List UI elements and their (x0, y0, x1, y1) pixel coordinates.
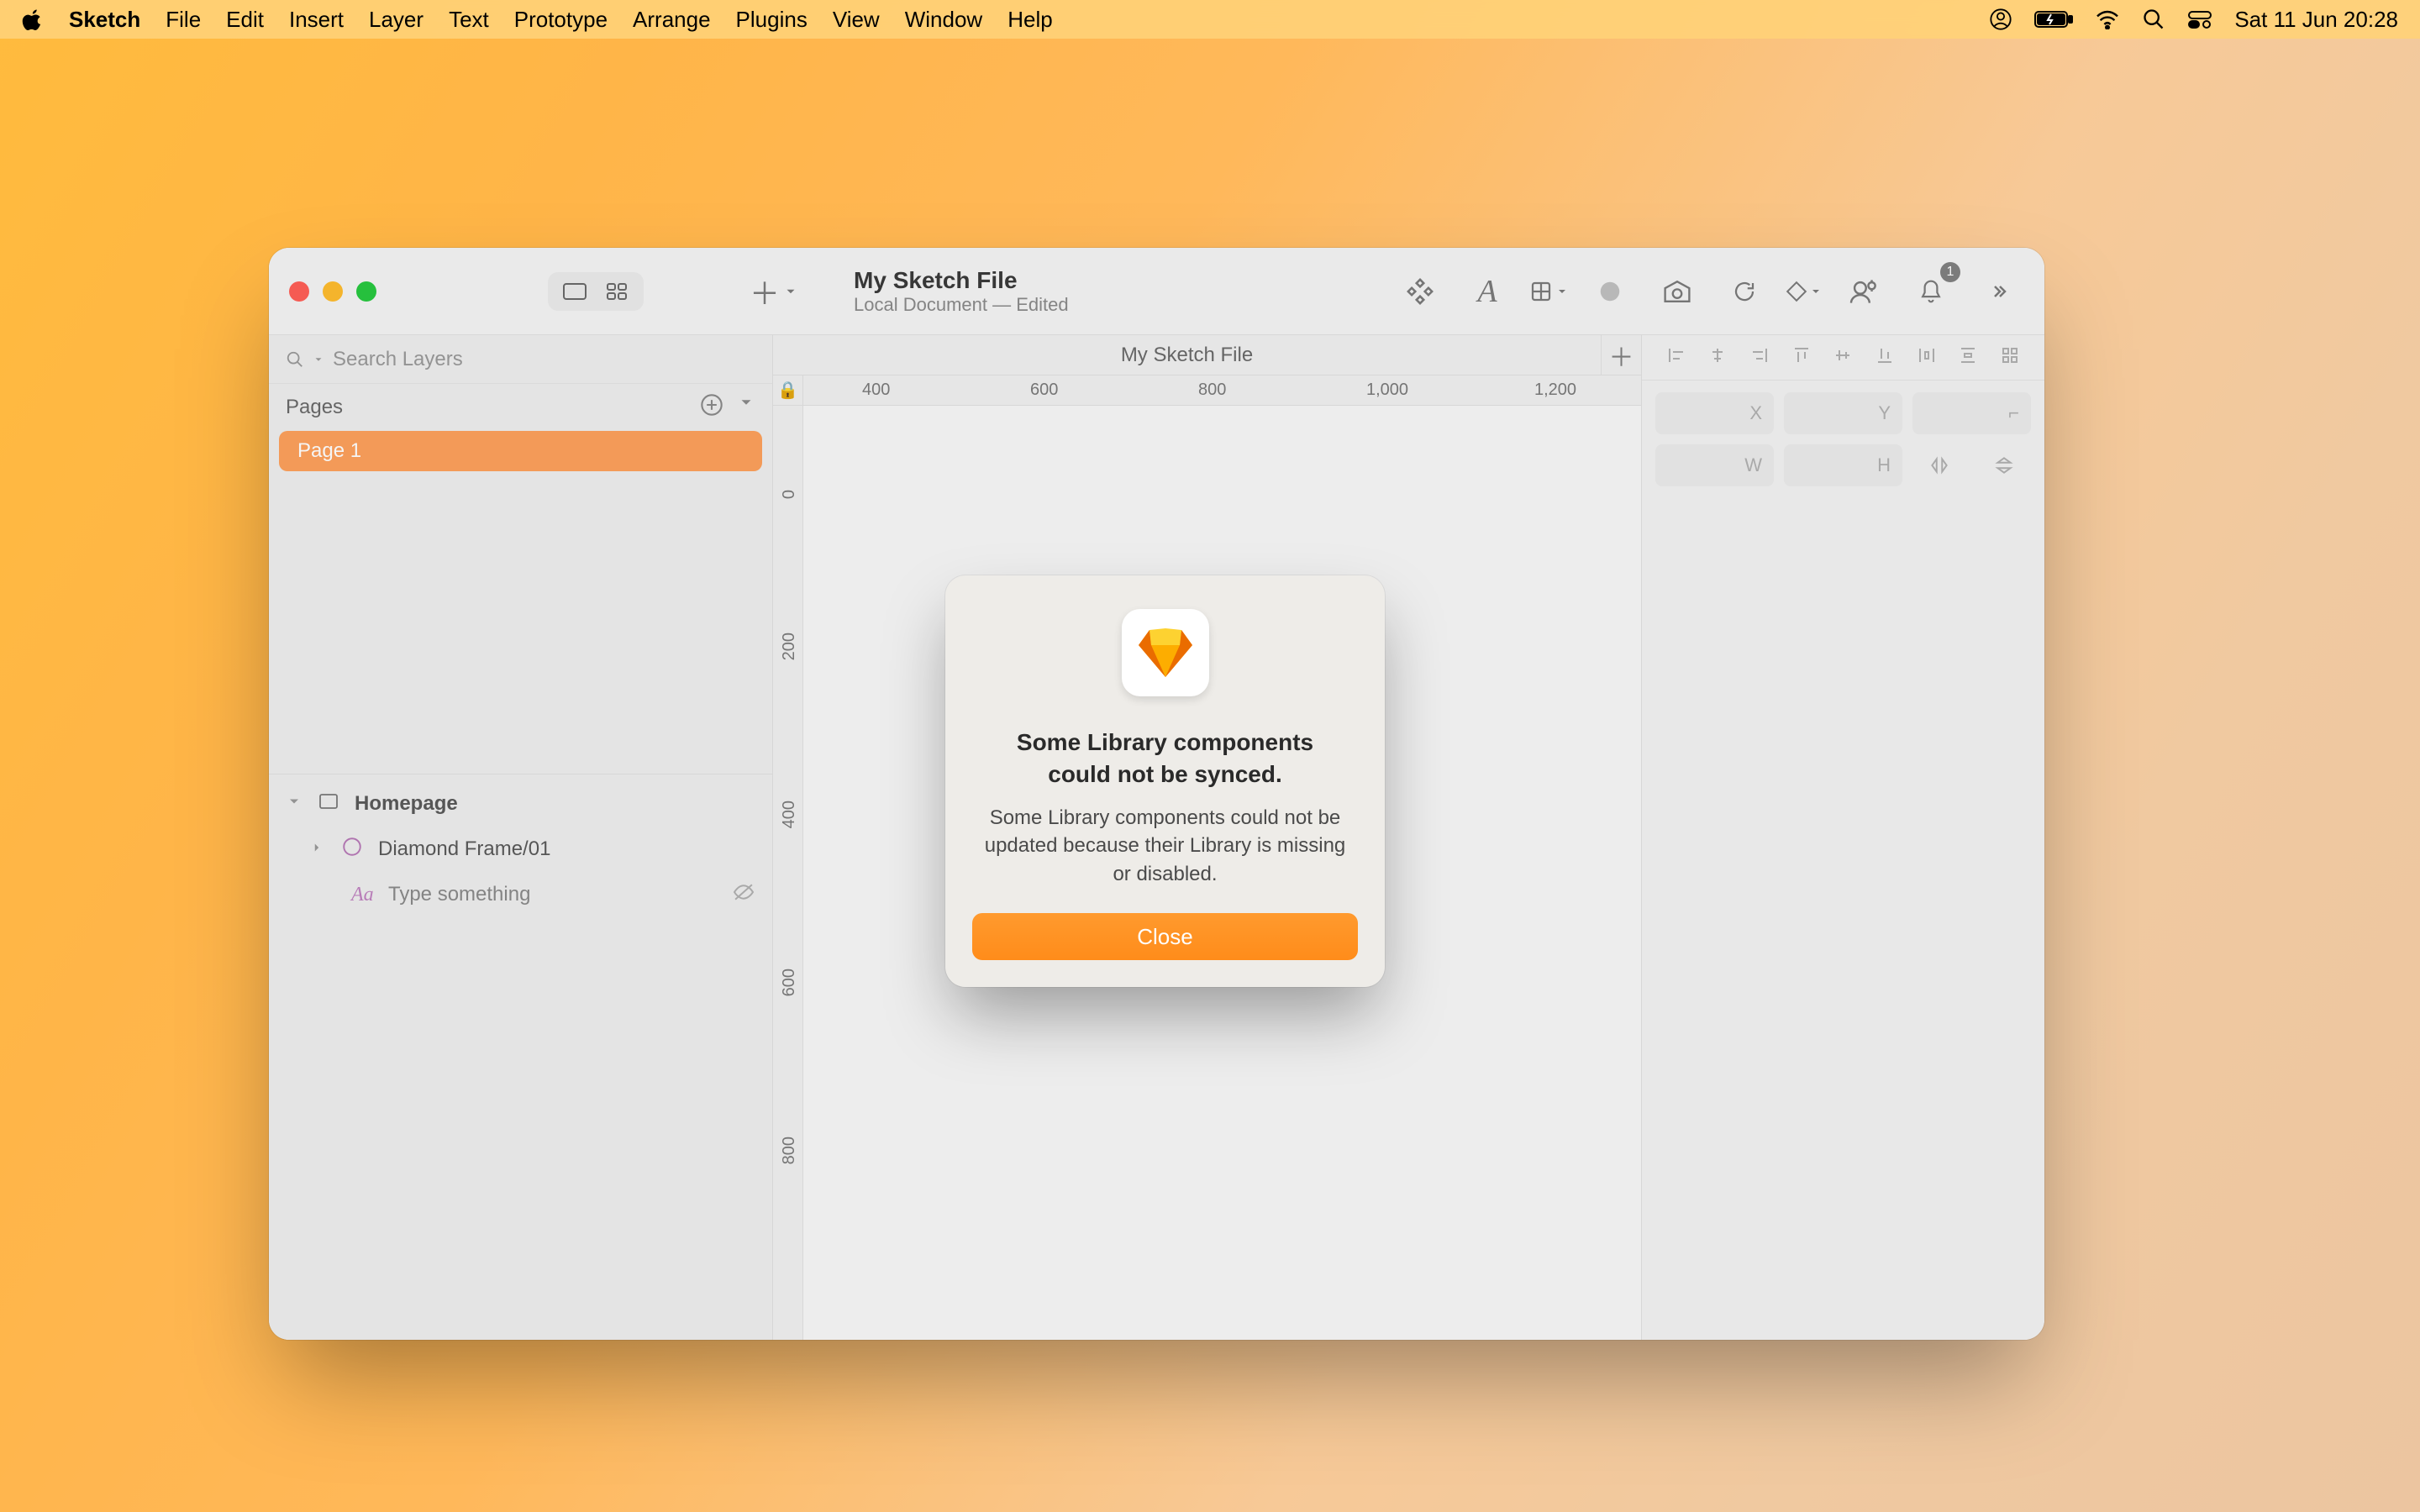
menu-arrange[interactable]: Arrange (633, 7, 711, 33)
menu-window[interactable]: Window (905, 7, 982, 33)
macos-menubar: Sketch File Edit Insert Layer Text Proto… (0, 0, 2420, 39)
menu-view[interactable]: View (833, 7, 880, 33)
menubar-app-name[interactable]: Sketch (69, 7, 140, 33)
menu-text[interactable]: Text (449, 7, 489, 33)
menu-edit[interactable]: Edit (226, 7, 264, 33)
menu-insert[interactable]: Insert (289, 7, 344, 33)
dialog-close-button[interactable]: Close (972, 913, 1358, 960)
menu-layer[interactable]: Layer (369, 7, 424, 33)
app-window: ＋ My Sketch File Local Document — Edited… (269, 248, 2044, 1340)
menu-prototype[interactable]: Prototype (514, 7, 608, 33)
dialog-body: Some Library components could not be upd… (972, 804, 1358, 889)
sketch-app-icon (1122, 609, 1209, 696)
menu-file[interactable]: File (166, 7, 201, 33)
battery-icon[interactable] (2034, 9, 2073, 29)
menubar-clock[interactable]: Sat 11 Jun 20:28 (2234, 7, 2398, 33)
account-icon[interactable] (1989, 8, 2012, 31)
library-sync-dialog: Some Library components could not be syn… (945, 575, 1385, 987)
dialog-close-label: Close (1137, 924, 1192, 949)
apple-icon[interactable] (22, 8, 44, 30)
menu-plugins[interactable]: Plugins (736, 7, 808, 33)
control-center-icon[interactable] (2187, 9, 2212, 29)
dialog-title: Some Library components could not be syn… (972, 727, 1358, 790)
menu-help[interactable]: Help (1007, 7, 1052, 33)
wifi-icon[interactable] (2095, 9, 2120, 29)
spotlight-icon[interactable] (2142, 8, 2165, 31)
